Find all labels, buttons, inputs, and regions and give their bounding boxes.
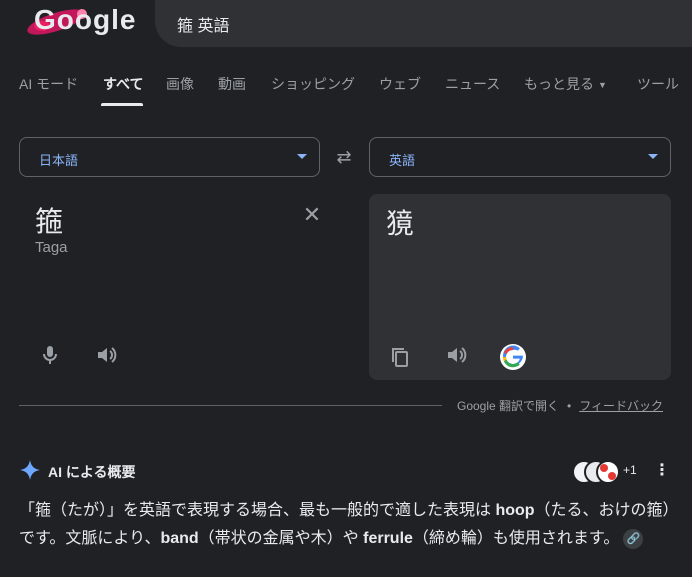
ai-text: （帯状の金属や木）や bbox=[198, 530, 364, 547]
translated-text: 獍 bbox=[386, 208, 415, 239]
logo-text: Google bbox=[34, 4, 137, 35]
open-in-google-translate-link[interactable]: Google 翻訳で開く bbox=[457, 399, 559, 413]
search-query[interactable]: 箍 英語 bbox=[177, 12, 229, 36]
ai-text: 「箍（たが）」を英語で表現する場合、最も一般的で適した表現は bbox=[19, 502, 496, 519]
google-logo[interactable]: Google bbox=[14, 0, 137, 44]
tab-web[interactable]: ウェブ bbox=[379, 74, 421, 94]
ai-keyword: band bbox=[160, 530, 199, 547]
ai-overview-title: AI による概要 bbox=[48, 464, 136, 480]
ai-keyword: hoop bbox=[495, 502, 535, 519]
ai-overview-body: 「箍（たが）」を英語で表現する場合、最も一般的で適した表現は hoop（たる、お… bbox=[19, 497, 674, 553]
copy-icon[interactable] bbox=[388, 345, 412, 369]
swap-languages-button[interactable]: ⇄ bbox=[331, 144, 357, 170]
microphone-icon[interactable] bbox=[38, 343, 62, 367]
active-tab-indicator bbox=[101, 103, 143, 106]
tab-all[interactable]: すべて bbox=[103, 74, 143, 94]
ai-text: （締め輪）も使用されます。 bbox=[412, 530, 620, 547]
source-language-select[interactable]: 日本語 bbox=[19, 137, 320, 177]
more-sources-count[interactable]: +1 bbox=[623, 463, 637, 477]
divider bbox=[19, 405, 442, 406]
speaker-icon[interactable] bbox=[94, 343, 118, 367]
source-romanization: Taga bbox=[35, 239, 68, 256]
target-language-select[interactable]: 英語 bbox=[369, 137, 671, 177]
feedback-link[interactable]: フィードバック bbox=[579, 399, 663, 413]
tab-shopping[interactable]: ショッピング bbox=[271, 74, 355, 94]
tab-ai-mode[interactable]: AI モード bbox=[19, 74, 78, 94]
ai-keyword: ferrule bbox=[363, 530, 413, 547]
source-avatar bbox=[596, 460, 620, 484]
tab-news[interactable]: ニュース bbox=[445, 74, 500, 94]
source-text[interactable]: 箍 bbox=[35, 200, 63, 240]
tab-videos[interactable]: 動画 bbox=[218, 74, 246, 94]
google-g-icon[interactable] bbox=[500, 344, 526, 370]
tab-tools[interactable]: ツール bbox=[637, 74, 679, 94]
source-language-label: 日本語 bbox=[39, 153, 79, 168]
link-icon[interactable]: 🔗 bbox=[623, 528, 644, 549]
speaker-icon[interactable] bbox=[444, 343, 468, 367]
translation-output: 獍 bbox=[369, 194, 671, 380]
tab-images[interactable]: 画像 bbox=[166, 74, 194, 94]
caret-down-icon: ▼ bbox=[598, 80, 607, 91]
clear-text-button[interactable]: ✕ bbox=[300, 203, 324, 227]
tab-more-label: もっと見る bbox=[524, 76, 594, 92]
separator-dot: • bbox=[567, 399, 572, 413]
translate-footer: Google 翻訳で開く • フィードバック bbox=[457, 397, 663, 414]
target-language-label: 英語 bbox=[389, 153, 416, 168]
dropdown-arrow-icon bbox=[648, 154, 658, 159]
ai-sparkle-icon bbox=[20, 460, 40, 480]
dropdown-arrow-icon bbox=[297, 154, 307, 159]
tab-more[interactable]: もっと見る ▼ bbox=[524, 74, 607, 94]
search-tabs: AI モード すべて 画像 動画 ショッピング ウェブ ニュース もっと見る ▼ … bbox=[0, 74, 692, 106]
search-box[interactable]: 箍 英語 bbox=[155, 0, 692, 47]
more-options-icon[interactable]: ⋮ bbox=[654, 460, 670, 482]
